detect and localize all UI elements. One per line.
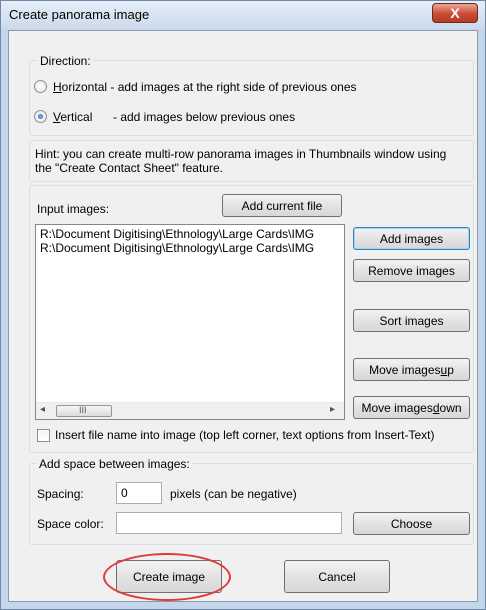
spacing-group-label: Add space between images: <box>37 457 192 471</box>
spacing-label: Spacing: <box>37 487 84 501</box>
input-images-list[interactable]: R:\Document Digitising\Ethnology\Large C… <box>35 224 345 420</box>
insert-filename-label[interactable]: Insert file name into image (top left co… <box>55 428 435 442</box>
spacing-hint: pixels (can be negative) <box>170 487 297 501</box>
vertical-radio-label[interactable]: Vertical <box>53 110 92 124</box>
vertical-radio[interactable] <box>34 110 47 123</box>
remove-images-button[interactable]: Remove images <box>353 259 470 282</box>
move-images-down-button[interactable]: Move images d own <box>353 396 470 419</box>
annotation-ellipse <box>103 553 231 601</box>
space-color-label: Space color: <box>37 517 104 531</box>
thumb-grip-icon: III <box>79 405 87 415</box>
space-color-field[interactable] <box>116 512 342 534</box>
window-title: Create panorama image <box>9 7 150 22</box>
horizontal-scrollbar[interactable]: ◂ III ▸ <box>36 402 344 419</box>
close-button[interactable]: X <box>432 3 478 23</box>
input-images-label: Input images: <box>37 202 110 216</box>
scroll-left-icon[interactable]: ◂ <box>40 404 45 415</box>
cancel-button[interactable]: Cancel <box>284 560 390 593</box>
vertical-description: - add images below previous ones <box>113 110 296 124</box>
title-bar: Create panorama image X <box>1 1 485 29</box>
horizontal-radio[interactable] <box>34 80 47 93</box>
list-item[interactable]: R:\Document Digitising\Ethnology\Large C… <box>40 241 314 255</box>
scrollbar-thumb[interactable]: III <box>56 405 112 417</box>
spacing-value: 0 <box>121 486 128 500</box>
horizontal-radio-label[interactable]: Horizontal - add images at the right sid… <box>53 80 357 94</box>
scroll-right-icon[interactable]: ▸ <box>330 404 335 415</box>
direction-group <box>29 60 474 136</box>
add-images-button[interactable]: Add images <box>353 227 470 250</box>
hint-line-2: the "Create Contact Sheet" feature. <box>35 161 223 175</box>
spacing-input[interactable]: 0 <box>116 482 162 504</box>
add-current-file-button[interactable]: Add current file <box>222 194 342 217</box>
sort-images-button[interactable]: Sort images <box>353 309 470 332</box>
list-item[interactable]: R:\Document Digitising\Ethnology\Large C… <box>40 227 314 241</box>
close-icon: X <box>450 5 460 21</box>
choose-color-button[interactable]: Choose <box>353 512 470 535</box>
hint-line-1: Hint: you can create multi-row panorama … <box>35 147 447 161</box>
move-images-up-button[interactable]: Move images up <box>353 358 470 381</box>
direction-label: Direction: <box>38 54 93 68</box>
insert-filename-checkbox[interactable] <box>37 429 50 442</box>
